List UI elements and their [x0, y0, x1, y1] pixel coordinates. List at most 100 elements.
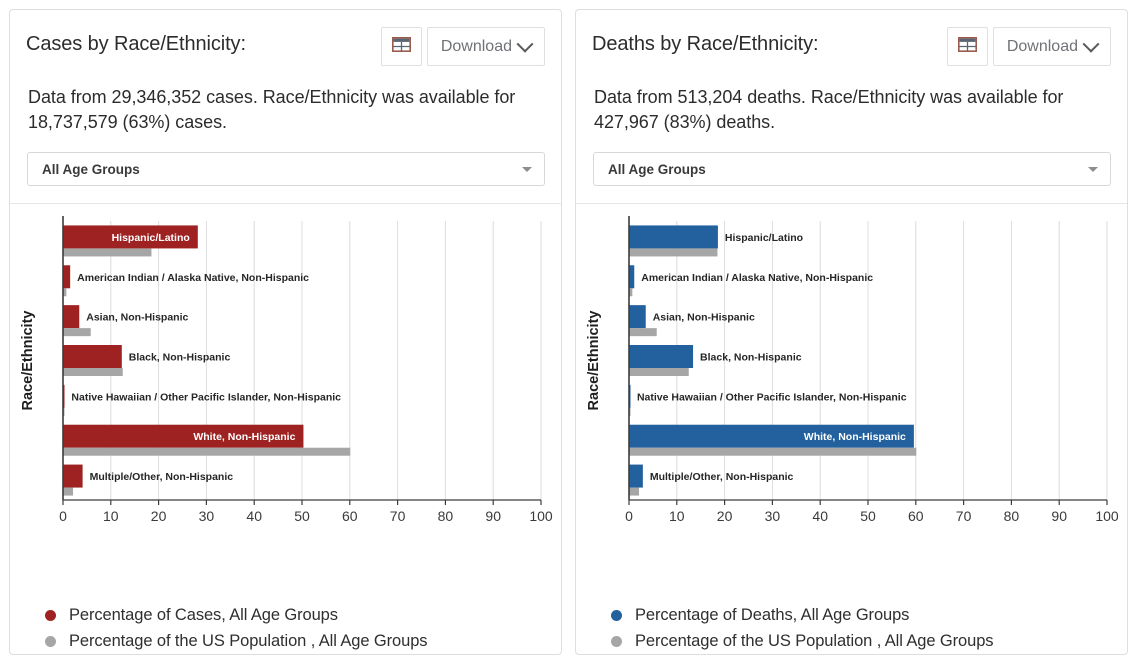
- x-tick-label: 90: [485, 508, 501, 524]
- bar-population: [629, 248, 717, 256]
- x-tick-label: 80: [1004, 508, 1020, 524]
- download-button[interactable]: Download: [993, 27, 1111, 66]
- bar-population: [629, 328, 657, 336]
- bar-category-label: Hispanic/Latino: [725, 232, 803, 244]
- bar-population: [629, 488, 639, 496]
- chart-svg: Hispanic/Latino American Indian / Alaska …: [576, 204, 1129, 534]
- bar-primary: [63, 345, 122, 368]
- chart-svg: Hispanic/Latino American Indian / Alaska …: [10, 204, 563, 534]
- bar-primary: [63, 265, 70, 288]
- legend-color-swatch: [611, 636, 622, 647]
- table-icon: [392, 37, 411, 57]
- legend-item: Percentage of the US Population , All Ag…: [45, 628, 561, 654]
- x-tick-label: 50: [860, 508, 876, 524]
- y-axis-title: Race/Ethnicity: [20, 311, 36, 411]
- x-tick-label: 30: [199, 508, 215, 524]
- legend-color-swatch: [45, 610, 56, 621]
- chevron-down-icon: [522, 167, 532, 172]
- bar-primary: [629, 305, 646, 328]
- bar-population: [63, 328, 91, 336]
- bar-primary: [629, 225, 718, 248]
- bar-primary: [629, 345, 693, 368]
- download-button[interactable]: Download: [427, 27, 545, 66]
- legend-item: Percentage of Deaths, All Age Groups: [611, 602, 1127, 628]
- chart-legend: Percentage of Deaths, All Age Groups Per…: [576, 602, 1127, 654]
- age-group-select-value: All Age Groups: [608, 162, 706, 177]
- legend-color-swatch: [611, 610, 622, 621]
- bar-population: [63, 368, 123, 376]
- panel-header: Deaths by Race/Ethnicity: Download: [576, 10, 1127, 66]
- bar-population: [63, 448, 350, 456]
- x-tick-label: 10: [103, 508, 119, 524]
- summary-text: Data from 513,204 deaths. Race/Ethnicity…: [576, 66, 1127, 135]
- legend-item: Percentage of the US Population , All Ag…: [611, 628, 1127, 654]
- x-tick-label: 0: [59, 508, 67, 524]
- legend-item-label: Percentage of Deaths, All Age Groups: [635, 606, 909, 625]
- dashboard-root: Cases by Race/Ethnicity: Download: [0, 0, 1148, 659]
- bar-population: [629, 368, 689, 376]
- bar-category-label: Black, Non-Hispanic: [129, 352, 231, 364]
- bar-category-label: American Indian / Alaska Native, Non-His…: [77, 272, 309, 284]
- x-tick-label: 60: [908, 508, 924, 524]
- panel-header: Cases by Race/Ethnicity: Download: [10, 10, 561, 66]
- header-actions: Download: [381, 27, 545, 66]
- bar-primary: [629, 465, 643, 488]
- bar-population: [63, 488, 73, 496]
- x-tick-label: 20: [151, 508, 167, 524]
- age-group-select-value: All Age Groups: [42, 162, 140, 177]
- bar-category-label: Native Hawaiian / Other Pacific Islander…: [71, 391, 341, 403]
- legend-item-label: Percentage of the US Population , All Ag…: [635, 632, 993, 651]
- legend-item-label: Percentage of Cases, All Age Groups: [69, 606, 338, 625]
- bar-category-label: Hispanic/Latino: [112, 232, 190, 244]
- table-view-button[interactable]: [947, 27, 988, 66]
- download-button-label: Download: [1007, 38, 1078, 56]
- legend-item: Percentage of Cases, All Age Groups: [45, 602, 561, 628]
- bar-category-label: Native Hawaiian / Other Pacific Islander…: [637, 391, 907, 403]
- download-button-label: Download: [441, 38, 512, 56]
- chevron-down-icon: [517, 35, 534, 52]
- x-tick-label: 70: [956, 508, 972, 524]
- chart-cases: Hispanic/Latino American Indian / Alaska …: [10, 204, 561, 604]
- bar-primary: [63, 465, 83, 488]
- page-title: Cases by Race/Ethnicity:: [26, 27, 246, 57]
- panel-cases: Cases by Race/Ethnicity: Download: [9, 9, 562, 655]
- age-group-select[interactable]: All Age Groups: [27, 152, 545, 186]
- x-tick-label: 80: [438, 508, 454, 524]
- bar-category-label: White, Non-Hispanic: [193, 431, 295, 443]
- x-tick-label: 40: [812, 508, 828, 524]
- bar-category-label: Asian, Non-Hispanic: [86, 312, 188, 324]
- table-view-button[interactable]: [381, 27, 422, 66]
- table-icon: [958, 37, 977, 57]
- bar-category-label: Black, Non-Hispanic: [700, 352, 802, 364]
- chevron-down-icon: [1083, 35, 1100, 52]
- header-actions: Download: [947, 27, 1111, 66]
- chevron-down-icon: [1088, 167, 1098, 172]
- bar-category-label: Multiple/Other, Non-Hispanic: [90, 471, 234, 483]
- x-tick-label: 100: [529, 508, 553, 524]
- x-tick-label: 20: [717, 508, 733, 524]
- summary-text: Data from 29,346,352 cases. Race/Ethnici…: [10, 66, 561, 135]
- age-group-select[interactable]: All Age Groups: [593, 152, 1111, 186]
- chart-legend: Percentage of Cases, All Age Groups Perc…: [10, 602, 561, 654]
- x-tick-label: 30: [765, 508, 781, 524]
- legend-color-swatch: [45, 636, 56, 647]
- bar-primary: [63, 305, 79, 328]
- page-title: Deaths by Race/Ethnicity:: [592, 27, 819, 57]
- legend-item-label: Percentage of the US Population , All Ag…: [69, 632, 427, 651]
- x-tick-label: 0: [625, 508, 633, 524]
- bar-category-label: American Indian / Alaska Native, Non-His…: [641, 272, 873, 284]
- x-tick-label: 100: [1095, 508, 1119, 524]
- x-tick-label: 90: [1051, 508, 1067, 524]
- x-tick-label: 40: [246, 508, 262, 524]
- bar-population: [63, 248, 151, 256]
- y-axis-title: Race/Ethnicity: [586, 311, 602, 411]
- bar-category-label: Asian, Non-Hispanic: [653, 312, 755, 324]
- x-tick-label: 60: [342, 508, 358, 524]
- panel-deaths: Deaths by Race/Ethnicity: Download: [575, 9, 1128, 655]
- chart-deaths: Hispanic/Latino American Indian / Alaska …: [576, 204, 1127, 604]
- bar-category-label: White, Non-Hispanic: [804, 431, 906, 443]
- bar-population: [629, 448, 916, 456]
- x-tick-label: 50: [294, 508, 310, 524]
- bar-category-label: Multiple/Other, Non-Hispanic: [650, 471, 794, 483]
- x-tick-label: 10: [669, 508, 685, 524]
